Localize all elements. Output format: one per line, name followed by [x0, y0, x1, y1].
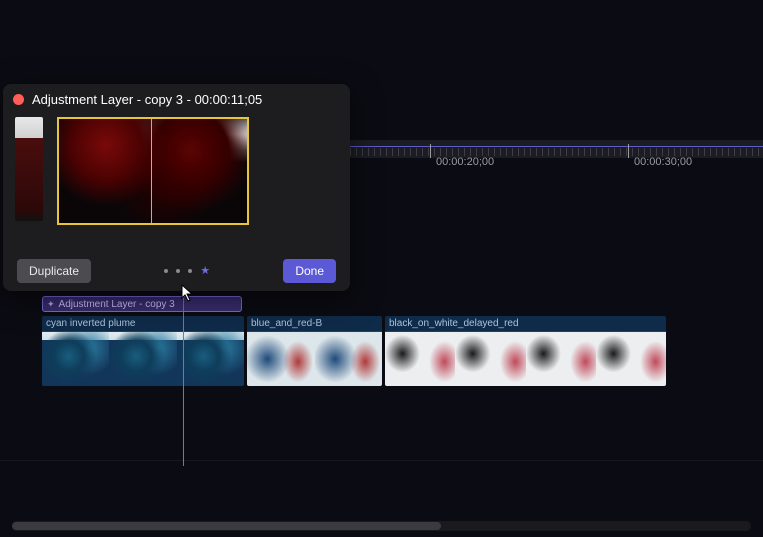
clip-editor-panel: Adjustment Layer - copy 3 - 00:00:11;05 …	[3, 84, 350, 291]
preview-main[interactable]	[57, 117, 249, 225]
clip-thumbnails	[42, 331, 244, 386]
page-dot[interactable]	[176, 269, 180, 273]
page-dot[interactable]	[164, 269, 168, 273]
preview-playhead[interactable]	[151, 119, 152, 223]
adjustment-icon: ✦	[47, 299, 55, 310]
clip-frame	[596, 332, 666, 386]
clip-frame	[247, 332, 315, 386]
clip-frame	[315, 332, 383, 386]
clip-thumbnails	[385, 331, 666, 386]
divider	[0, 460, 763, 461]
page-dots[interactable]: ★	[164, 269, 210, 273]
video-clip[interactable]: black_on_white_delayed_red	[385, 316, 666, 386]
close-icon[interactable]	[13, 94, 24, 105]
panel-title: Adjustment Layer - copy 3 - 00:00:11;05	[32, 92, 262, 107]
clip-frame	[526, 332, 596, 386]
scrollbar-thumb[interactable]	[12, 522, 441, 530]
ruler-tick-label: 00:00:20;00	[436, 156, 494, 168]
ruler-line	[350, 146, 763, 147]
clip-frame	[42, 332, 109, 386]
clip-label: black_on_white_delayed_red	[385, 316, 666, 331]
clip-thumbnails	[247, 331, 382, 386]
clip-frame	[385, 332, 455, 386]
ruler-tick-major	[628, 144, 629, 158]
ruler-tick-label: 00:00:30;00	[634, 156, 692, 168]
clip-label: cyan inverted plume	[42, 316, 244, 331]
video-clip[interactable]: cyan inverted plume	[42, 316, 244, 386]
clip-label: blue_and_red-B	[247, 316, 382, 331]
ruler-ticks	[350, 148, 763, 156]
adjustment-layer-clip[interactable]: ✦ Adjustment Layer - copy 3	[42, 296, 242, 312]
video-clip[interactable]: blue_and_red-B	[247, 316, 382, 386]
timeline[interactable]: ✦ Adjustment Layer - copy 3 cyan inverte…	[42, 296, 763, 386]
duplicate-button[interactable]: Duplicate	[17, 259, 91, 283]
video-track: cyan inverted plumeblue_and_red-Bblack_o…	[42, 316, 763, 386]
preview-strip[interactable]	[15, 117, 43, 221]
horizontal-scrollbar[interactable]	[12, 521, 751, 531]
page-dot[interactable]	[188, 269, 192, 273]
panel-header: Adjustment Layer - copy 3 - 00:00:11;05	[3, 84, 350, 113]
ruler-tick-major	[430, 144, 431, 158]
timeline-playhead[interactable]	[183, 296, 184, 466]
clip-frame	[455, 332, 525, 386]
preview-content	[59, 119, 247, 223]
star-icon[interactable]: ★	[200, 269, 210, 273]
done-button[interactable]: Done	[283, 259, 336, 283]
adjustment-layer-label: Adjustment Layer - copy 3	[59, 299, 175, 310]
clip-frame	[177, 332, 244, 386]
clip-frame	[109, 332, 176, 386]
